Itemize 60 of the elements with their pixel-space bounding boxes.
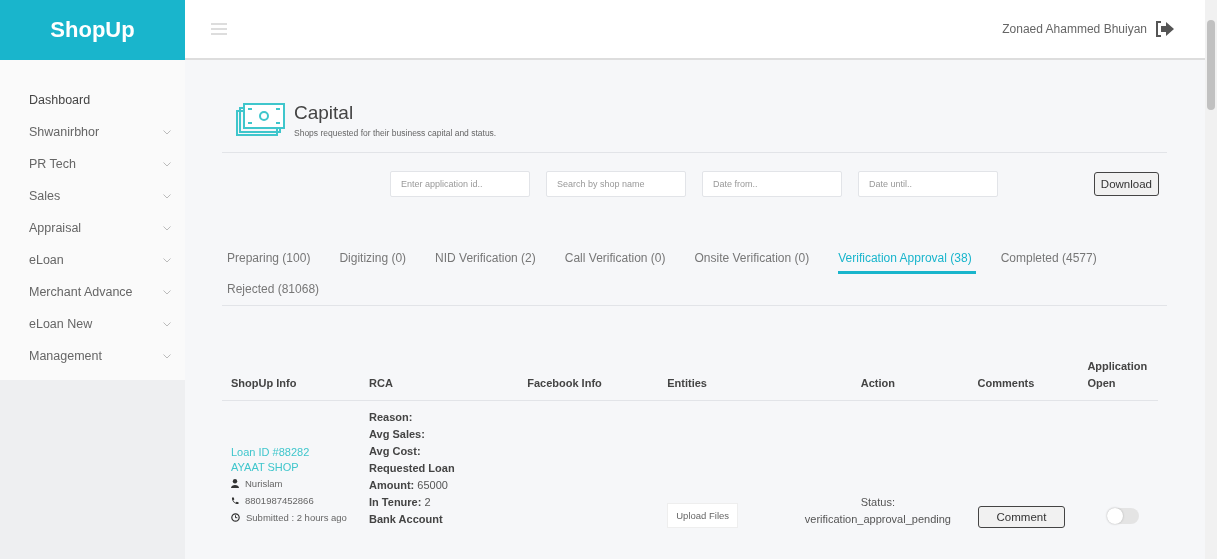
- sidebar-item[interactable]: Management: [0, 340, 185, 372]
- upload-files-button[interactable]: Upload Files: [667, 503, 739, 528]
- sidebar-item-label: Management: [29, 349, 102, 363]
- filter-input[interactable]: Search by shop name: [546, 171, 686, 197]
- status-tab[interactable]: Preparing (100): [227, 243, 315, 274]
- sidebar-item-label: eLoan New: [29, 317, 93, 331]
- status-tab[interactable]: NID Verification (2): [435, 243, 540, 274]
- sidebar-item-label: Sales: [29, 189, 61, 203]
- money-icon: [236, 102, 286, 138]
- column-header: Comments: [977, 377, 1035, 389]
- person-icon: [231, 479, 239, 488]
- filter-input[interactable]: Date from..: [702, 171, 842, 197]
- page-title: Capital: [294, 102, 355, 124]
- clock-icon: [231, 513, 240, 522]
- status-tab[interactable]: Rejected (81068): [227, 274, 324, 305]
- sidebar-item[interactable]: Merchant Advance: [0, 276, 185, 308]
- filter-input[interactable]: Enter application id..: [390, 171, 530, 197]
- rca-detail: Reason:: [369, 410, 414, 425]
- rca-detail: Requested Loan Amount: 65000: [369, 461, 456, 493]
- status-tab[interactable]: Onsite Verification (0): [694, 243, 814, 274]
- phone-number: 8801987452866: [245, 494, 314, 508]
- user-name: Zonaed Ahammed Bhuiyan: [1002, 22, 1147, 36]
- rca-detail: Avg Cost:: [369, 444, 422, 459]
- rca-detail: Bank Account: [369, 512, 444, 527]
- sidebar-item-label: Merchant Advance: [29, 285, 133, 299]
- sidebar-item-label: Appraisal: [29, 221, 82, 235]
- sidebar-item[interactable]: eLoan: [0, 244, 185, 276]
- column-header: RCA: [369, 377, 393, 389]
- sidebar-item[interactable]: eLoan New: [0, 308, 185, 340]
- owner-name: Nurislam: [245, 477, 283, 491]
- sidebar-item[interactable]: Appraisal: [0, 212, 185, 244]
- toggle-switch[interactable]: [1107, 508, 1140, 524]
- sidebar-item[interactable]: PR Tech: [0, 148, 185, 180]
- column-header: Entities: [667, 377, 707, 389]
- sidebar-item[interactable]: Sales: [0, 180, 185, 212]
- column-header: Application Open: [1087, 360, 1148, 389]
- status-tab[interactable]: Completed (4577): [1000, 243, 1101, 274]
- sidebar-item[interactable]: Dashboard: [0, 84, 185, 116]
- status-tab[interactable]: Call Verification (0): [564, 243, 670, 274]
- sidebar-item-label: eLoan: [29, 253, 64, 267]
- status-text: Status: verification_approval_pending: [803, 495, 952, 527]
- submitted-time: Submitted : 2 hours ago: [246, 511, 347, 525]
- page-subtitle: Shops requested for their business capital and status.: [294, 128, 497, 138]
- comment-button[interactable]: Comment: [977, 506, 1066, 528]
- download-button[interactable]: Download: [1093, 172, 1159, 196]
- sidebar-item-label: Shwanirbhor: [29, 125, 100, 139]
- phone-icon: [231, 496, 239, 505]
- rca-detail: Avg Sales:: [369, 427, 426, 442]
- filter-input[interactable]: Date until..: [858, 171, 998, 197]
- logout-icon[interactable]: [1155, 20, 1175, 38]
- rca-detail: In Tenure: 2: [369, 495, 432, 510]
- scrollbar[interactable]: [1205, 0, 1217, 559]
- sidebar-item-label: Dashboard: [29, 93, 91, 107]
- sidebar-item[interactable]: Shwanirbhor: [0, 116, 185, 148]
- menu-icon[interactable]: [211, 23, 227, 35]
- column-header: Facebook Info: [527, 377, 602, 389]
- column-header: ShopUp Info: [231, 377, 297, 389]
- column-header: Action: [860, 377, 895, 389]
- sidebar-item-label: PR Tech: [29, 157, 76, 171]
- status-tab[interactable]: Digitizing (0): [339, 243, 411, 274]
